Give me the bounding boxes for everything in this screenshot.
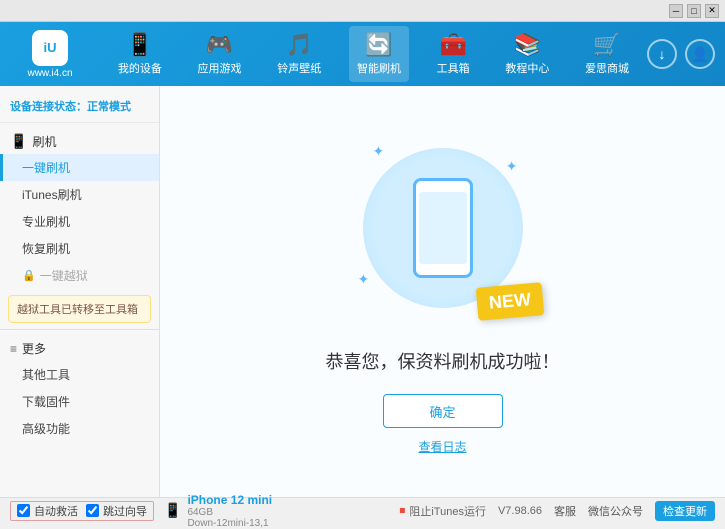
- skip-wizard-label: 跳过向导: [103, 503, 147, 519]
- sidebar-item-recovery-flash[interactable]: 恢复刷机: [0, 235, 159, 262]
- nav-tutorial[interactable]: 📚 教程中心: [497, 26, 557, 82]
- tutorial-icon: 📚: [514, 32, 541, 58]
- nav-toolbox[interactable]: 🧰 工具箱: [429, 26, 478, 82]
- device-phone-icon: 📱: [164, 502, 181, 519]
- stop-icon: ⏹: [399, 503, 405, 518]
- wechat-public-link[interactable]: 微信公众号: [588, 503, 643, 519]
- auto-rescue-label: 自动救活: [34, 503, 78, 519]
- success-message: 恭喜您，保资料刷机成功啦！: [326, 348, 560, 374]
- auto-rescue-checkbox-group[interactable]: 自动救活: [17, 503, 78, 519]
- nav-bar: 📱 我的设备 🎮 应用游戏 🎵 铃声壁纸 🔄 智能刷机 🧰 工具箱 📚 教程中心…: [100, 26, 647, 82]
- bottom-left: 自动救活 跳过向导 📱 iPhone 12 mini 64GB Down-12m…: [10, 493, 399, 529]
- bottom-bar: 自动救活 跳过向导 📱 iPhone 12 mini 64GB Down-12m…: [0, 497, 725, 523]
- nav-apps-games[interactable]: 🎮 应用游戏: [190, 26, 250, 82]
- maximize-button[interactable]: □: [687, 4, 701, 18]
- lock-icon: 🔒: [22, 269, 36, 282]
- view-log-link[interactable]: 查看日志: [418, 438, 466, 455]
- device-info: 📱 iPhone 12 mini 64GB Down-12mini-13,1: [164, 493, 272, 529]
- header-right: ↓ 👤: [647, 39, 715, 69]
- logo-icon: iU: [32, 30, 68, 66]
- device-details: iPhone 12 mini 64GB Down-12mini-13,1: [187, 493, 272, 529]
- device-storage: 64GB: [187, 507, 272, 518]
- logo-url: www.i4.cn: [27, 68, 72, 79]
- sidebar-item-itunes-flash[interactable]: iTunes刷机: [0, 181, 159, 208]
- sparkle-1: ✦: [373, 143, 385, 160]
- bottom-right: ⏹ 阻止iTunes运行 V7.98.66 客服 微信公众号 检查更新: [399, 501, 715, 521]
- ringtone-label: 铃声壁纸: [277, 60, 321, 76]
- sidebar-item-advanced[interactable]: 高级功能: [0, 415, 159, 442]
- device-system: Down-12mini-13,1: [187, 518, 272, 529]
- phone-screen: [419, 192, 467, 264]
- apps-games-label: 应用游戏: [198, 60, 242, 76]
- flash-group-icon: 📱: [10, 133, 27, 150]
- status-label: 设备连接状态：: [10, 101, 87, 113]
- smart-flash-label: 智能刷机: [357, 60, 401, 76]
- more-group-icon: ≡: [10, 342, 17, 356]
- nav-ringtone[interactable]: 🎵 铃声壁纸: [269, 26, 329, 82]
- new-badge: NEW: [475, 282, 544, 321]
- confirm-button[interactable]: 确定: [383, 394, 503, 428]
- jailbreak-label: 一键越狱: [40, 267, 88, 284]
- sidebar-item-download-firmware[interactable]: 下载固件: [0, 388, 159, 415]
- stop-itunes: ⏹ 阻止iTunes运行: [399, 503, 486, 519]
- download-button[interactable]: ↓: [647, 39, 677, 69]
- sidebar-group-flash: 📱 刷机: [0, 127, 159, 154]
- skip-wizard-checkbox[interactable]: [86, 504, 99, 517]
- more-group-label: 更多: [22, 340, 46, 357]
- warning-text: 越狱工具已转移至工具箱: [17, 304, 138, 316]
- mall-icon: 🛒: [593, 32, 620, 58]
- close-button[interactable]: ✕: [705, 4, 719, 18]
- warning-box: 越狱工具已转移至工具箱: [8, 295, 151, 323]
- connection-status: 设备连接状态：正常模式: [0, 94, 159, 123]
- ringtone-icon: 🎵: [286, 32, 313, 58]
- my-device-label: 我的设备: [118, 60, 162, 76]
- main-layout: 设备连接状态：正常模式 📱 刷机 一键刷机 iTunes刷机 专业刷机 恢复刷机…: [0, 86, 725, 497]
- sidebar-group-more: ≡ 更多: [0, 336, 159, 361]
- phone-circle: [363, 148, 523, 308]
- logo[interactable]: iU www.i4.cn: [10, 30, 90, 79]
- sidebar-item-jailbreak: 🔒 一键越狱: [0, 262, 159, 289]
- phone-shape: [413, 178, 473, 278]
- stop-itunes-label: 阻止iTunes运行: [409, 503, 486, 519]
- flash-group-label: 刷机: [32, 133, 56, 150]
- apps-games-icon: 🎮: [206, 32, 233, 58]
- checkbox-group-bordered: 自动救活 跳过向导: [10, 501, 154, 521]
- auto-rescue-checkbox[interactable]: [17, 504, 30, 517]
- success-illustration: NEW ✦ ✦ ✦: [343, 128, 543, 328]
- sparkle-2: ✦: [506, 158, 518, 175]
- window-controls[interactable]: ─ □ ✕: [669, 4, 719, 18]
- skip-wizard-checkbox-group[interactable]: 跳过向导: [86, 503, 147, 519]
- status-value: 正常模式: [87, 101, 131, 113]
- my-device-icon: 📱: [126, 32, 153, 58]
- nav-my-device[interactable]: 📱 我的设备: [110, 26, 170, 82]
- version-text: V7.98.66: [498, 505, 542, 517]
- title-bar: ─ □ ✕: [0, 0, 725, 22]
- sidebar-divider: [0, 329, 159, 330]
- minimize-button[interactable]: ─: [669, 4, 683, 18]
- device-name: iPhone 12 mini: [187, 493, 272, 507]
- sidebar-item-other-tools[interactable]: 其他工具: [0, 361, 159, 388]
- check-update-button[interactable]: 检查更新: [655, 501, 715, 521]
- mall-label: 爱思商城: [585, 60, 629, 76]
- nav-mall[interactable]: 🛒 爱思商城: [577, 26, 637, 82]
- sidebar-item-pro-flash[interactable]: 专业刷机: [0, 208, 159, 235]
- nav-smart-flash[interactable]: 🔄 智能刷机: [349, 26, 409, 82]
- tutorial-label: 教程中心: [505, 60, 549, 76]
- toolbox-icon: 🧰: [439, 32, 466, 58]
- sidebar-item-one-key-flash[interactable]: 一键刷机: [0, 154, 159, 181]
- user-button[interactable]: 👤: [685, 39, 715, 69]
- customer-service-link[interactable]: 客服: [554, 503, 576, 519]
- sidebar: 设备连接状态：正常模式 📱 刷机 一键刷机 iTunes刷机 专业刷机 恢复刷机…: [0, 86, 160, 497]
- smart-flash-icon: 🔄: [365, 32, 392, 58]
- sparkle-3: ✦: [358, 271, 370, 288]
- toolbox-label: 工具箱: [437, 60, 470, 76]
- header: iU www.i4.cn 📱 我的设备 🎮 应用游戏 🎵 铃声壁纸 🔄 智能刷机…: [0, 22, 725, 86]
- content-area: NEW ✦ ✦ ✦ 恭喜您，保资料刷机成功啦！ 确定 查看日志: [160, 86, 725, 497]
